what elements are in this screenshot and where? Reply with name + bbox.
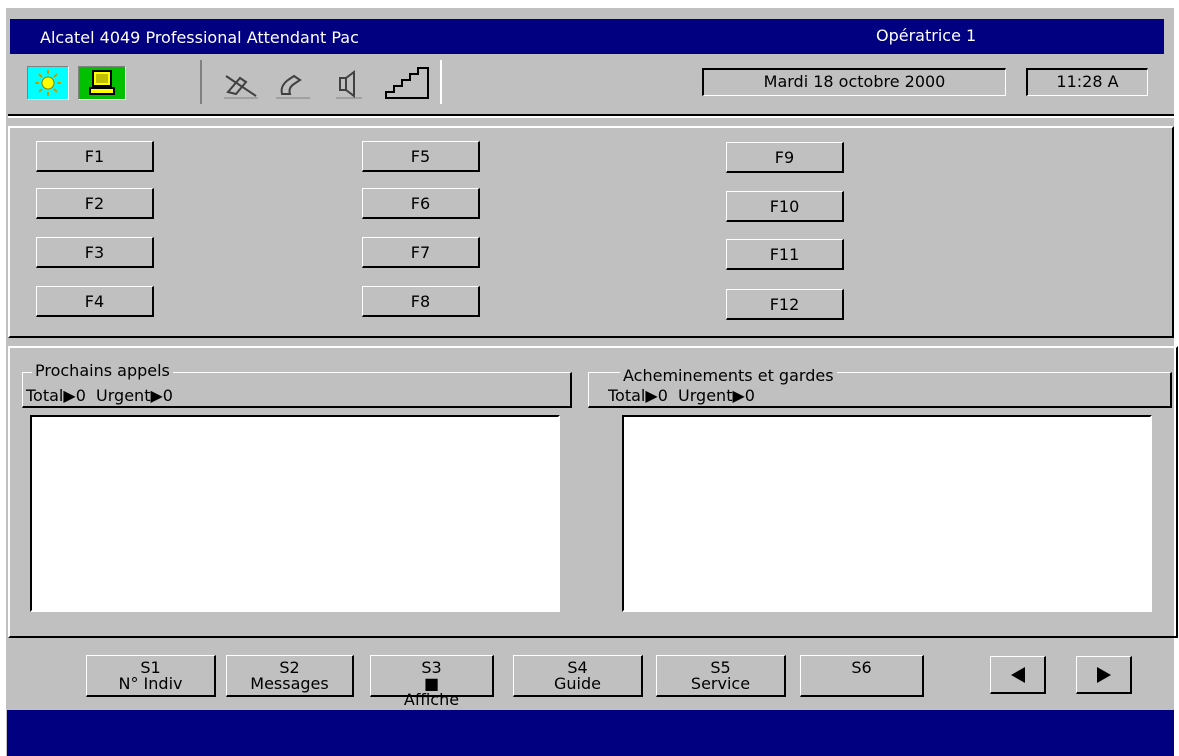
s2-button[interactable]: S2 Messages (226, 655, 354, 697)
s4-label: Guide (554, 674, 601, 693)
routing-list[interactable] (622, 415, 1152, 612)
operator-label: Opératrice 1 (876, 26, 977, 45)
routing-counts: Total▶0 Urgent▶0 (608, 386, 755, 405)
s3-label: Affiche (403, 690, 460, 709)
date-display: Mardi 18 octobre 2000 (702, 68, 1006, 96)
f1-key[interactable]: F1 (36, 141, 154, 172)
f10-key[interactable]: F10 (726, 191, 844, 222)
f9-key[interactable]: F9 (726, 142, 844, 173)
computer-icon[interactable] (78, 66, 126, 100)
handset-icon[interactable] (270, 68, 316, 102)
total-value: 0 (657, 386, 668, 405)
urgent-value: 0 (744, 386, 755, 405)
s6-key: S6 (851, 658, 872, 677)
f8-key[interactable]: F8 (362, 286, 480, 317)
s5-label: Service (690, 674, 751, 693)
total-label: Total (26, 386, 64, 405)
s2-label: Messages (250, 674, 329, 693)
s4-button[interactable]: S4 Guide (513, 655, 643, 697)
f5-key[interactable]: F5 (362, 141, 480, 172)
f2-key[interactable]: F2 (36, 188, 154, 219)
total-label: Total (608, 386, 646, 405)
urgent-value: 0 (162, 386, 173, 405)
routing-title: Acheminements et gardes (620, 366, 837, 385)
f7-key[interactable]: F7 (362, 237, 480, 268)
speaker-icon[interactable] (332, 68, 366, 102)
volume-stairs-icon[interactable] (382, 62, 434, 102)
s1-button[interactable]: S1 N° Indiv (86, 655, 216, 697)
f6-key[interactable]: F6 (362, 188, 480, 219)
total-value: 0 (75, 386, 86, 405)
next-calls-title: Prochains appels (32, 361, 173, 380)
toolbar-separator-highlight (8, 116, 1174, 118)
s3-button[interactable]: S3 ■ Affiche (370, 655, 494, 708)
f4-key[interactable]: F4 (36, 286, 154, 317)
arrow-right-icon: ▶ (732, 386, 745, 405)
sun-icon[interactable] (27, 66, 69, 100)
arrow-left-icon (1011, 667, 1025, 683)
toolbar-divider (440, 60, 442, 104)
s3-label-line: ■ Affiche (371, 676, 492, 708)
s5-button[interactable]: S5 Service (656, 655, 786, 697)
toolbar-divider (200, 60, 202, 104)
status-bar (7, 710, 1174, 756)
f11-key[interactable]: F11 (726, 239, 844, 270)
f12-key[interactable]: F12 (726, 289, 844, 320)
arrow-right-icon: ▶ (63, 386, 76, 405)
arrow-right-icon: ▶ (645, 386, 658, 405)
s1-label: N° Indiv (118, 674, 183, 693)
previous-button[interactable] (990, 656, 1046, 694)
next-calls-list[interactable] (30, 415, 560, 612)
time-display: 11:28 A (1026, 68, 1148, 96)
urgent-label: Urgent (96, 386, 151, 405)
title-bar: Alcatel 4049 Professional Attendant Pac … (10, 19, 1164, 54)
next-calls-counts: Total▶0 Urgent▶0 (26, 386, 173, 405)
arrow-right-icon (1097, 667, 1111, 683)
urgent-label: Urgent (678, 386, 733, 405)
app-title: Alcatel 4049 Professional Attendant Pac (40, 28, 359, 47)
s6-button[interactable]: S6 (800, 655, 924, 697)
mute-mic-icon[interactable] (218, 68, 264, 102)
next-button[interactable] (1076, 656, 1132, 694)
f3-key[interactable]: F3 (36, 237, 154, 268)
arrow-right-icon: ▶ (150, 386, 163, 405)
function-keys-panel (8, 126, 1174, 338)
